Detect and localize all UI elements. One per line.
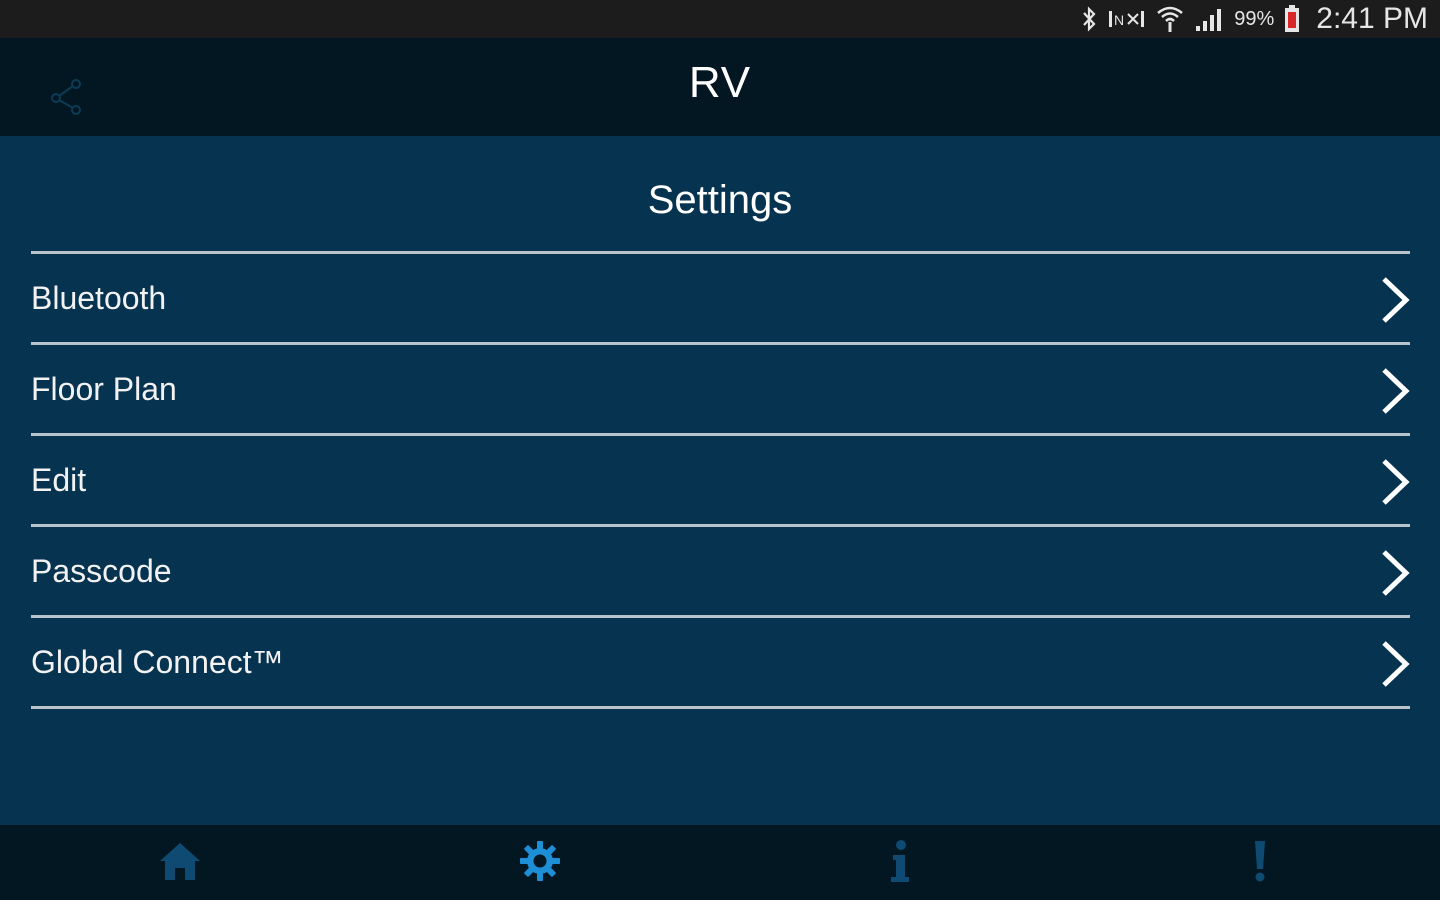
signal-icon bbox=[1194, 7, 1224, 31]
settings-item-edit[interactable]: Edit bbox=[31, 436, 1410, 524]
settings-item-label: Passcode bbox=[31, 552, 172, 589]
settings-item-global-connect[interactable]: Global Connect™ bbox=[31, 618, 1410, 706]
settings-item-label: Global Connect™ bbox=[31, 643, 284, 680]
chevron-right-icon bbox=[1380, 276, 1410, 328]
svg-text:N: N bbox=[1114, 12, 1124, 28]
nfc-icon: N bbox=[1108, 8, 1146, 30]
settings-item-floor-plan[interactable]: Floor Plan bbox=[31, 345, 1410, 433]
settings-item-bluetooth[interactable]: Bluetooth bbox=[31, 254, 1410, 342]
bluetooth-icon bbox=[1080, 6, 1098, 32]
app-header: RV bbox=[0, 38, 1440, 136]
page-title: Settings bbox=[647, 178, 793, 222]
battery-percentage: 99% bbox=[1234, 7, 1275, 30]
info-icon bbox=[887, 839, 913, 887]
battery-icon bbox=[1284, 5, 1300, 33]
chevron-right-icon bbox=[1380, 640, 1410, 692]
divider bbox=[31, 706, 1410, 709]
chevron-right-icon bbox=[1380, 367, 1410, 419]
chevron-right-icon bbox=[1380, 458, 1410, 510]
home-icon bbox=[158, 840, 202, 886]
settings-item-label: Floor Plan bbox=[31, 370, 177, 407]
status-bar: N 99% 2:41 PM bbox=[0, 0, 1440, 38]
status-time: 2:41 PM bbox=[1316, 2, 1428, 35]
chevron-right-icon bbox=[1380, 549, 1410, 601]
gear-icon bbox=[519, 840, 561, 886]
wifi-icon bbox=[1156, 5, 1184, 33]
settings-item-label: Edit bbox=[31, 461, 87, 498]
app-title: RV bbox=[688, 58, 752, 107]
alert-icon bbox=[1252, 839, 1268, 887]
bottom-nav bbox=[0, 825, 1440, 900]
tab-alerts[interactable] bbox=[1080, 825, 1440, 900]
settings-item-passcode[interactable]: Passcode bbox=[31, 527, 1410, 615]
settings-item-label: Bluetooth bbox=[31, 279, 167, 316]
tab-info[interactable] bbox=[720, 825, 1080, 900]
settings-list: Bluetooth Floor Plan Edit Passcode Globa… bbox=[31, 251, 1410, 709]
tab-home[interactable] bbox=[0, 825, 360, 900]
tab-settings[interactable] bbox=[360, 825, 720, 900]
